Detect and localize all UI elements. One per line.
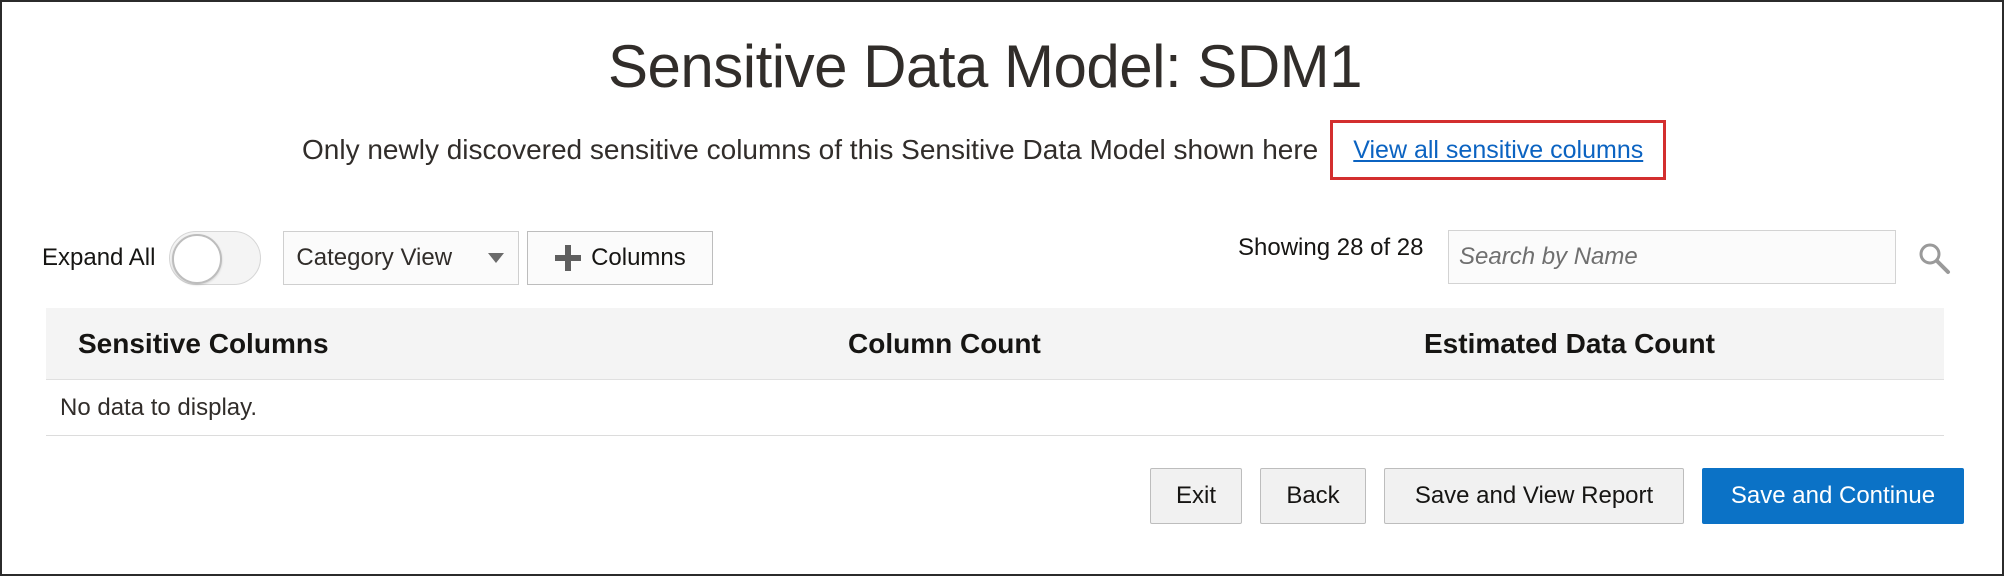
exit-button[interactable]: Exit [1150,468,1242,524]
page-frame: Sensitive Data Model: SDM1 Only newly di… [0,0,2004,576]
columns-button-label: Columns [591,244,686,271]
view-select-value: Category View [296,244,453,271]
save-and-view-report-button[interactable]: Save and View Report [1384,468,1684,524]
add-columns-button[interactable]: Columns [527,231,714,285]
showing-count: Showing 28 of 28 [1238,234,1424,261]
search-icon[interactable] [1916,240,1952,276]
search-input[interactable] [1448,230,1896,284]
toggle-knob [172,234,223,284]
save-and-continue-button[interactable]: Save and Continue [1702,468,1964,524]
view-all-sensitive-columns-link[interactable]: View all sensitive columns [1353,136,1643,165]
back-button[interactable]: Back [1260,468,1366,524]
column-header-sensitive-columns[interactable]: Sensitive Columns [78,328,329,360]
expand-all-label: Expand All [42,244,156,271]
subtitle-text: Only newly discovered sensitive columns … [302,134,1319,165]
plus-icon [555,245,582,271]
subtitle-row: Only newly discovered sensitive columns … [302,120,1667,180]
page-title: Sensitive Data Model: SDM1 [608,33,1363,100]
highlight-box: View all sensitive columns [1330,120,1667,180]
column-header-column-count[interactable]: Column Count [848,328,1041,360]
expand-all-toggle[interactable] [169,231,262,285]
view-select[interactable]: Category View [283,231,520,285]
empty-table-message: No data to display. [46,380,1944,436]
toolbar: Expand All Category View Columns [42,230,714,286]
chevron-down-icon [488,253,505,263]
table-header: Sensitive Columns Column Count Estimated… [46,308,1944,380]
column-header-estimated-data-count[interactable]: Estimated Data Count [1424,328,1715,360]
